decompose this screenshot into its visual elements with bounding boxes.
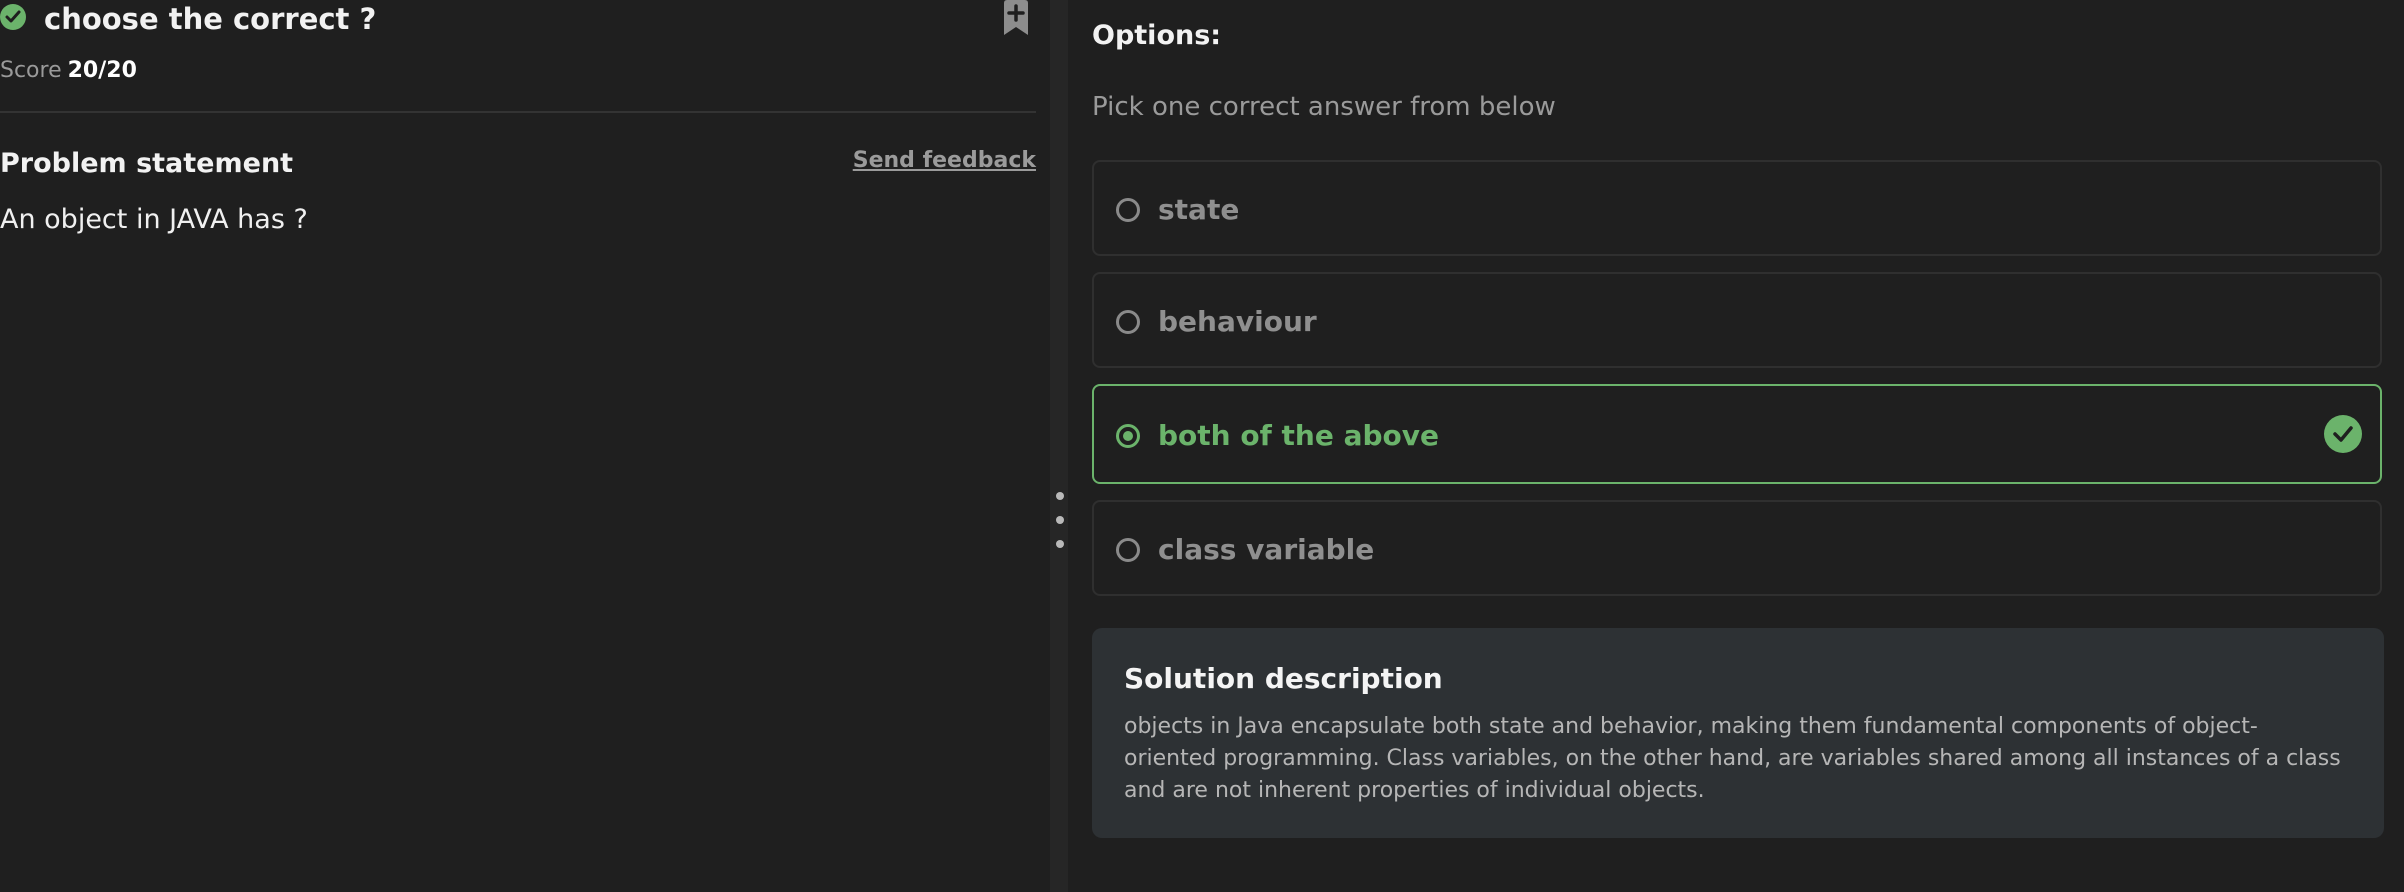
radio-icon[interactable] [1116,198,1140,222]
problem-statement-heading: Problem statement [0,148,294,179]
options-hint: Pick one correct answer from below [1092,92,1556,122]
option-class-variable[interactable]: class variable [1092,500,2382,596]
option-label: state [1158,193,1240,226]
divider-line [0,111,1036,113]
option-label: both of the above [1158,419,1439,452]
radio-icon[interactable] [1116,310,1140,334]
score-row: Score 20/20 [0,58,137,83]
option-label: class variable [1158,533,1375,566]
option-state[interactable]: state [1092,160,2382,256]
handle-dot [1056,516,1064,524]
checkmark-icon [2324,415,2362,453]
pane-divider [1050,0,1068,892]
options-pane: Options: Pick one correct answer from be… [1068,0,2404,892]
check-circle-icon [0,4,26,30]
send-feedback-link[interactable]: Send feedback [853,148,1036,173]
bookmark-add-icon[interactable] [1001,0,1031,36]
option-both-of-the-above[interactable]: both of the above [1092,384,2382,484]
handle-dot [1056,540,1064,548]
radio-icon[interactable] [1116,424,1140,448]
question-title: choose the correct ? [44,2,377,36]
handle-dot [1056,492,1064,500]
problem-pane: choose the correct ? Score 20/20 Problem … [0,0,1050,892]
score-value: 20/20 [67,58,137,83]
radio-icon[interactable] [1116,538,1140,562]
question-header: choose the correct ? [0,0,1040,40]
solution-text: objects in Java encapsulate both state a… [1124,714,2341,803]
solution-description-box: Solution description objects in Java enc… [1092,628,2384,838]
drag-handle-icon[interactable] [1054,492,1064,558]
problem-statement-text: An object in JAVA has ? [0,204,308,235]
option-behaviour[interactable]: behaviour [1092,272,2382,368]
options-heading: Options: [1092,20,1222,51]
option-label: behaviour [1158,305,1317,338]
radio-selected-dot [1123,431,1133,441]
solution-title: Solution description [1124,662,1443,695]
score-label: Score [0,58,62,83]
